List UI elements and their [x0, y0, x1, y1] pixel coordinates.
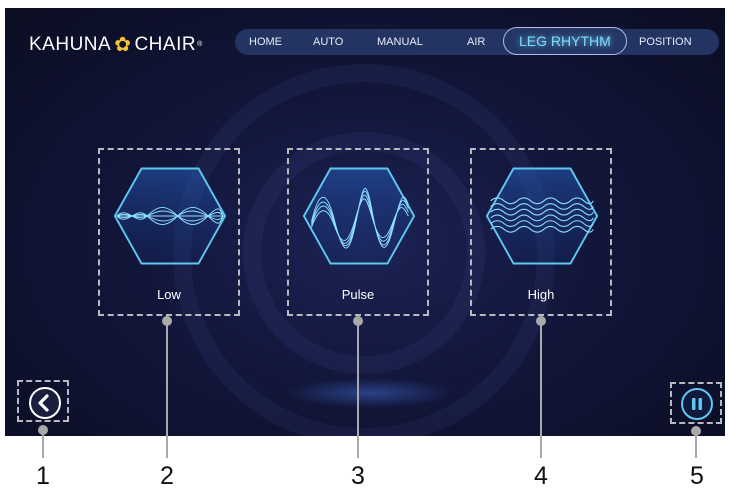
callout-line — [166, 322, 168, 458]
high-wave-icon — [485, 167, 599, 265]
top-nav: HOME AUTO MANUAL AIR LEG RHYTHM POSITION — [235, 27, 719, 55]
mode-label-high: High — [527, 287, 555, 302]
back-button-area — [17, 380, 69, 422]
mode-label-low: Low — [157, 287, 181, 302]
logo-text-right: CHAIR — [134, 33, 197, 55]
chevron-left-icon — [38, 394, 49, 412]
mode-label-pulse: Pulse — [341, 287, 375, 302]
logo-text-left: KAHUNA — [29, 33, 112, 55]
tab-position[interactable]: POSITION — [639, 29, 692, 55]
pulse-wave-icon — [302, 167, 416, 265]
callout-number-1: 1 — [36, 462, 50, 490]
tab-leg-rhythm[interactable]: LEG RHYTHM — [503, 27, 627, 55]
pause-button-area — [670, 382, 722, 424]
app-screen: KAHUNA ✿ CHAIR ® HOME AUTO MANUAL AIR LEG… — [5, 8, 725, 436]
tab-manual[interactable]: MANUAL — [377, 29, 423, 55]
brand-logo: KAHUNA ✿ CHAIR ® — [29, 32, 203, 57]
mode-high-button[interactable]: High — [470, 148, 612, 316]
plumeria-flower-icon: ✿ — [114, 34, 132, 56]
mode-low-button[interactable]: Low — [98, 148, 240, 316]
registered-mark: ® — [197, 41, 203, 48]
callout-number-4: 4 — [534, 462, 548, 490]
pause-icon — [692, 398, 702, 410]
callout-number-3: 3 — [351, 462, 365, 490]
callout-dot — [353, 316, 363, 326]
callout-line — [357, 322, 359, 458]
callout-number-5: 5 — [690, 462, 704, 490]
low-wave-icon — [113, 167, 227, 265]
mode-pulse-button[interactable]: Pulse — [287, 148, 429, 316]
callout-dot — [536, 316, 546, 326]
back-button[interactable] — [29, 387, 61, 419]
tab-air[interactable]: AIR — [467, 29, 485, 55]
floor-glow — [285, 378, 455, 408]
tab-auto[interactable]: AUTO — [313, 29, 343, 55]
tab-home[interactable]: HOME — [249, 29, 282, 55]
callout-dot — [162, 316, 172, 326]
callout-line — [540, 322, 542, 458]
callout-dot — [38, 425, 48, 435]
callout-number-2: 2 — [160, 462, 174, 490]
callout-dot — [691, 426, 701, 436]
pause-button[interactable] — [681, 388, 713, 420]
